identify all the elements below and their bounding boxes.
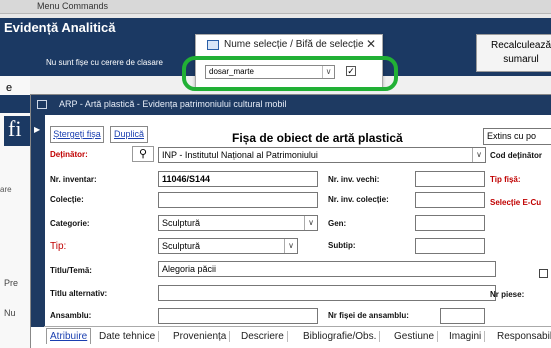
- highlight-outline: [182, 56, 398, 91]
- subtip-label: Subtip:: [328, 241, 356, 250]
- detinator-label: Deținător:: [50, 150, 88, 159]
- background-text: Nu: [4, 308, 16, 318]
- titlu-alternativ-label: Titlu alternativ:: [50, 289, 108, 298]
- record-selector[interactable]: ▶: [31, 115, 45, 327]
- colectie-label: Colecție:: [50, 195, 84, 204]
- colectie-field[interactable]: [158, 192, 318, 208]
- categorie-label: Categorie:: [50, 219, 90, 228]
- form-titlebar: ARP - Artă plastică - Evidența patrimoni…: [31, 95, 551, 115]
- nr-inventar-field[interactable]: 11046/S144: [158, 171, 318, 187]
- subtip-field[interactable]: [415, 238, 485, 254]
- chevron-down-icon[interactable]: ∨: [472, 148, 485, 162]
- chevron-down-icon[interactable]: ∨: [304, 216, 317, 230]
- tip-label: Tip:: [50, 241, 67, 252]
- dialog-title: Nume selecție / Bifă de selecție: [224, 39, 364, 50]
- chevron-down-icon[interactable]: ∨: [284, 239, 297, 253]
- nr-inventar-label: Nr. inventar:: [50, 175, 97, 184]
- delete-record-button[interactable]: Ștergeți fișa: [50, 126, 104, 143]
- form-icon: [37, 100, 47, 109]
- recalculate-summary-button[interactable]: Recalculează sumarul: [476, 34, 551, 72]
- background-text: are: [0, 185, 12, 194]
- background-heading: fi: [4, 116, 30, 146]
- selectie-ecu-label: Selecție E-Cu: [490, 198, 542, 207]
- nr-inv-colectie-label: Nr. inv. colecție:: [328, 195, 389, 204]
- nr-fisei-ansamblu-field[interactable]: [440, 308, 485, 324]
- tip-value: Sculptură: [162, 241, 201, 251]
- tab-bar: Atribuire Date tehnice Proveniența Descr…: [44, 326, 551, 348]
- titlu-field[interactable]: Alegoria păcii: [158, 261, 496, 277]
- gen-label: Gen:: [328, 219, 347, 228]
- ansamblu-label: Ansamblu:: [50, 311, 92, 320]
- close-icon[interactable]: ✕: [366, 37, 376, 51]
- background-text: Pre: [4, 278, 19, 288]
- detinator-combo[interactable]: INP - Institutul Național al Patrimoniul…: [158, 147, 486, 163]
- categorie-value: Sculptură: [162, 218, 201, 228]
- tab-provenienta[interactable]: Proveniența: [170, 331, 231, 342]
- checkbox[interactable]: [539, 269, 548, 278]
- tab-date-tehnice[interactable]: Date tehnice: [96, 331, 160, 342]
- extended-field[interactable]: Extins cu po: [483, 128, 551, 145]
- menu-commands-label[interactable]: Menu Commands: [37, 1, 108, 11]
- background-text: e: [6, 82, 13, 94]
- app-title: Evidență Analitică: [4, 20, 116, 35]
- tip-combo[interactable]: Sculptură ∨: [158, 238, 298, 254]
- form-window-title: ARP - Artă plastică - Evidența patrimoni…: [59, 99, 287, 109]
- background-tab: [0, 95, 30, 113]
- dialog-window-icon: [207, 40, 219, 50]
- nr-inv-colectie-field[interactable]: [415, 192, 485, 208]
- ansamblu-field[interactable]: [158, 308, 318, 324]
- record-arrow-icon: ▶: [34, 125, 41, 134]
- nr-inv-vechi-label: Nr. inv. vechi:: [328, 175, 380, 184]
- tab-bibliografie[interactable]: Bibliografie/Obs.: [300, 331, 381, 342]
- titlu-label: Titlu/Temă:: [50, 266, 92, 275]
- nr-fisei-ansamblu-label: Nr fișei de ansamblu:: [328, 311, 409, 320]
- gen-field[interactable]: [415, 215, 485, 231]
- tab-descriere[interactable]: Descriere: [238, 331, 288, 342]
- nr-piese-label: Nr piese:: [490, 290, 525, 299]
- tab-atribuire[interactable]: Atribuire: [46, 328, 92, 344]
- tip-fisa-label: Tip fișă:: [490, 175, 521, 184]
- search-icon[interactable]: ⚲: [132, 146, 154, 162]
- titlu-alternativ-field[interactable]: [158, 285, 496, 301]
- detinator-value: INP - Institutul Național al Patrimoniul…: [162, 150, 318, 160]
- duplicate-button[interactable]: Duplică: [110, 126, 148, 143]
- nr-inv-vechi-field[interactable]: [415, 171, 485, 187]
- tab-gestiune[interactable]: Gestiune: [391, 331, 439, 342]
- cod-detinator-label: Cod deținător: [490, 151, 542, 160]
- tab-responsabilitati[interactable]: Responsabilitat: [494, 331, 551, 342]
- categorie-combo[interactable]: Sculptură ∨: [158, 215, 318, 231]
- form-heading: Fișa de obiect de artă plastică: [232, 131, 403, 145]
- menu-bar: Menu Commands: [0, 0, 551, 14]
- tab-imagini[interactable]: Imagini: [446, 331, 486, 342]
- app-subtitle: Nu sunt fișe cu cerere de clasare: [46, 58, 163, 67]
